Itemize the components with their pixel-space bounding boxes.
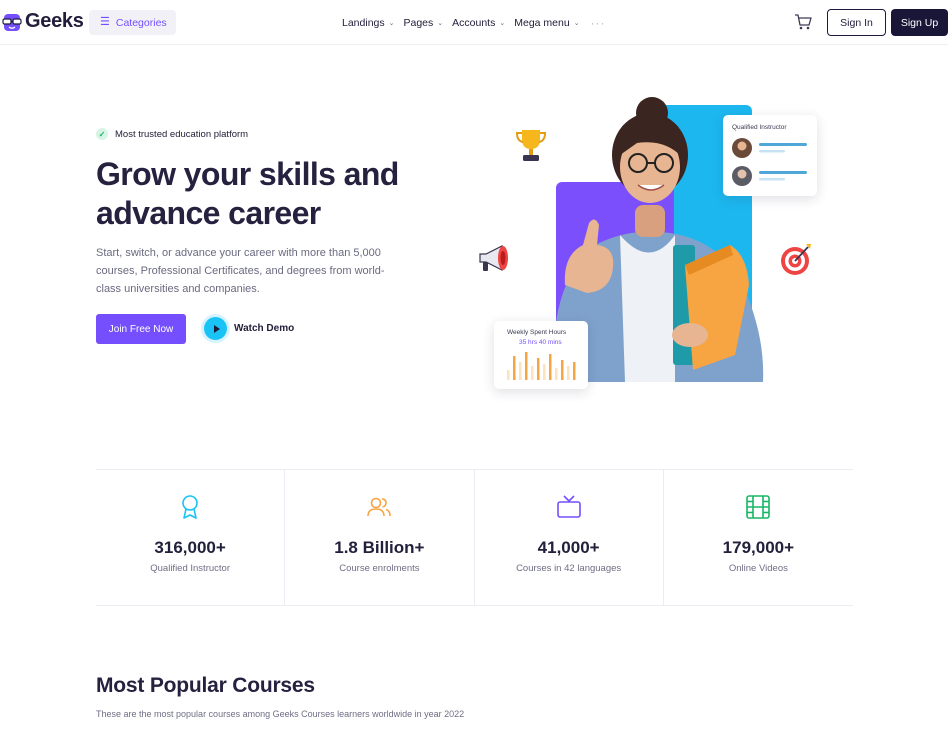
target-icon	[781, 244, 811, 275]
brand-name: Geeks	[25, 10, 84, 32]
chevron-down-icon: ⌄	[499, 20, 506, 27]
trust-badge: ✓ Most trusted education platform	[96, 128, 248, 140]
film-icon	[746, 495, 771, 519]
sign-up-button[interactable]: Sign Up	[891, 9, 948, 36]
chevron-down-icon: ⌄	[388, 20, 395, 27]
chevron-down-icon: ⌄	[437, 20, 444, 27]
trust-badge-label: Most trusted education platform	[115, 128, 249, 140]
chevron-down-icon: ⌄	[573, 20, 580, 27]
sign-in-button[interactable]: Sign In	[827, 9, 886, 36]
instructor-card: Qualified Instructor	[723, 115, 817, 196]
nav-label: Pages	[403, 17, 434, 29]
brand-logo[interactable]: Geeks	[2, 10, 84, 33]
instructor-list	[732, 138, 807, 186]
megaphone-icon	[479, 245, 508, 271]
geek-logo-icon	[2, 13, 22, 31]
categories-label: Categories	[115, 16, 167, 29]
hero-description: Start, switch, or advance your career wi…	[96, 247, 385, 295]
watch-demo-button[interactable]: Watch Demo	[204, 317, 294, 340]
list-icon: ☰	[100, 16, 110, 28]
weekly-hours-card: Weekly Spent Hours 35 hrs 40 mins	[494, 321, 588, 389]
watch-demo-label: Watch Demo	[234, 323, 295, 334]
stat-value: 41,000+	[537, 538, 600, 557]
main-nav: Landings ⌄ Pages ⌄ Accounts ⌄ Mega menu …	[342, 16, 606, 30]
hero-title-line-1: Grow your skills and	[96, 156, 399, 192]
weekly-hours-bars	[507, 352, 576, 380]
popular-courses-title: Most Popular Courses	[96, 674, 315, 697]
award-icon	[182, 495, 198, 519]
cart-icon[interactable]	[794, 13, 812, 31]
hero-title-line-2: advance career	[96, 195, 321, 231]
stat-label: Online Videos	[728, 563, 788, 574]
hero-title: Grow your skills and advance career	[96, 155, 456, 233]
nav-label: Landings	[342, 17, 385, 29]
stat-enrolments: 1.8 Billion+ Course enrolments	[285, 470, 475, 605]
weekly-hours-value: 35 hrs 40 mins	[519, 339, 562, 346]
hero-illustration: Qualified Instructor Weekly Spent Hours …	[470, 95, 830, 405]
nav-item-mega-menu[interactable]: Mega menu ⌄	[514, 17, 579, 29]
popular-courses-subtitle: These are the most popular courses among…	[96, 709, 465, 719]
stat-courses: 41,000+ Courses in 42 languages	[475, 470, 664, 605]
join-free-button[interactable]: Join Free Now	[96, 314, 186, 344]
nav-item-landings[interactable]: Landings ⌄	[342, 17, 395, 29]
stat-videos: 179,000+ Online Videos	[664, 470, 853, 605]
stats-strip: 316,000+ Qualified Instructor 1.8 Billio…	[96, 469, 853, 606]
stat-instructors: 316,000+ Qualified Instructor	[96, 470, 286, 605]
nav-item-pages[interactable]: Pages ⌄	[404, 17, 444, 29]
navbar: Geeks ☰ Categories Landings ⌄ Pages ⌄ Ac…	[0, 0, 948, 45]
stat-label: Qualified Instructor	[150, 563, 230, 574]
stat-label: Course enrolments	[339, 563, 420, 574]
stat-value: 316,000+	[154, 538, 226, 557]
nav-item-accounts[interactable]: Accounts ⌄	[452, 17, 505, 29]
instructor-card-title: Qualified Instructor	[732, 124, 787, 131]
categories-button[interactable]: ☰ Categories	[89, 10, 176, 35]
stat-label: Courses in 42 languages	[516, 563, 622, 574]
nav-label: Accounts	[452, 17, 496, 29]
weekly-hours-title: Weekly Spent Hours	[507, 329, 567, 336]
play-icon	[204, 317, 227, 340]
check-circle-icon: ✓	[96, 128, 108, 140]
tv-icon	[556, 495, 581, 518]
nav-label: Mega menu	[514, 17, 570, 29]
more-dots-icon[interactable]: ···	[591, 16, 606, 30]
stat-value: 1.8 Billion+	[334, 538, 425, 557]
users-icon	[367, 497, 392, 517]
stat-value: 179,000+	[722, 538, 795, 557]
